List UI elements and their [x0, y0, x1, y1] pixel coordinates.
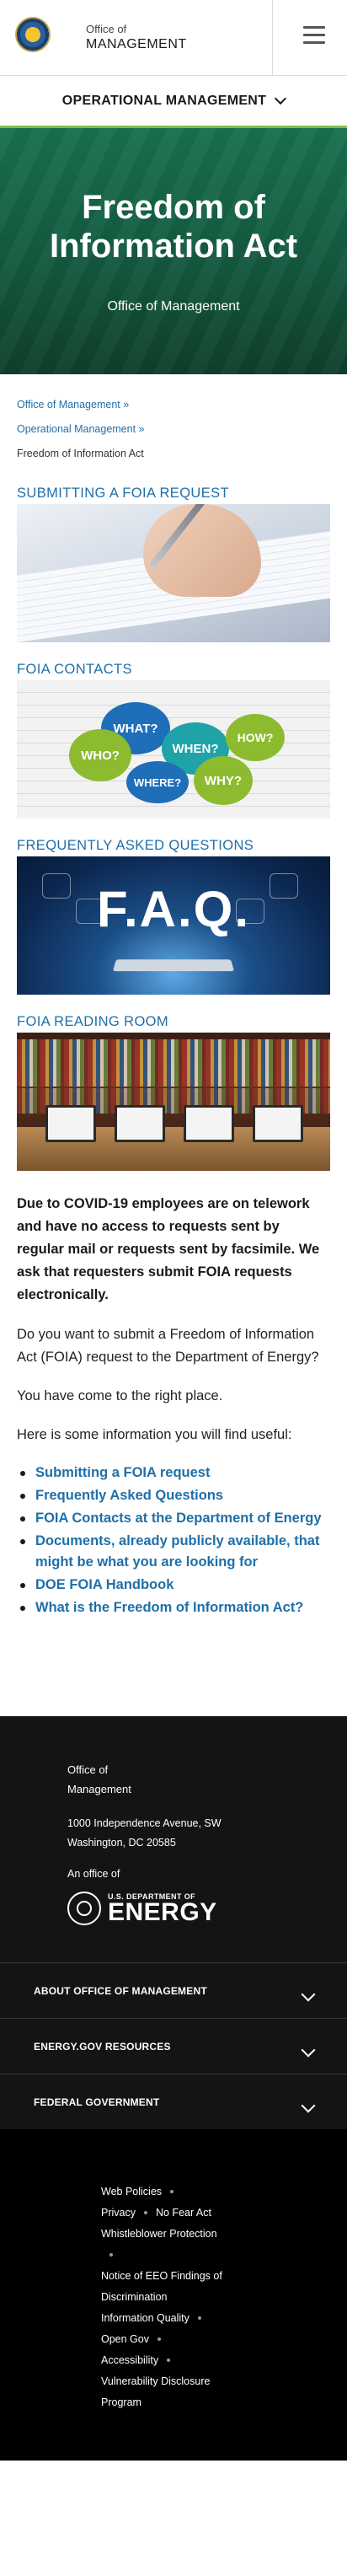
hero-subtitle: Office of Management	[107, 299, 240, 314]
link-submitting-foia[interactable]: Submitting a FOIA request	[20, 1462, 330, 1484]
accordion-about-office[interactable]: ABOUT OFFICE OF MANAGEMENT	[0, 1962, 347, 2018]
link-no-fear-act[interactable]: No Fear Act	[156, 2207, 211, 2219]
breadcrumb-separator: »	[138, 423, 145, 435]
chevron-down-icon	[275, 92, 287, 105]
link-information-quality[interactable]: Information Quality	[101, 2312, 190, 2324]
hamburger-menu-icon[interactable]	[303, 26, 325, 46]
link-whistleblower[interactable]: Whistleblower Protection	[101, 2228, 217, 2240]
section-faq: FREQUENTLY ASKED QUESTIONS F.A.Q.	[0, 837, 347, 995]
section-title[interactable]: FOIA CONTACTS	[17, 661, 330, 678]
intro-paragraph: Do you want to submit a Freedom of Infor…	[17, 1327, 319, 1365]
menu-bar	[303, 34, 325, 36]
breadcrumb-current: Freedom of Information Act	[17, 448, 144, 459]
footer-office-info: Office of Management 1000 Independence A…	[0, 1716, 347, 1962]
header-divider	[272, 0, 273, 76]
footer-office-line2: Management	[67, 1783, 131, 1795]
accordion-label: FEDERAL GOVERNMENT	[34, 2096, 160, 2108]
bubble-why: WHY?	[194, 756, 253, 805]
link-eeo-findings[interactable]: Notice of EEO Findings of Discrimination	[101, 2270, 222, 2303]
link-public-documents[interactable]: Documents, already publicly available, t…	[20, 1531, 330, 1573]
doe-wordmark: U.S. DEPARTMENT OF ENERGY	[108, 1892, 217, 1926]
bookshelf-shape	[17, 1039, 330, 1087]
accordion-federal-government[interactable]: FEDERAL GOVERNMENT	[0, 2074, 347, 2129]
separator-dot	[157, 2337, 161, 2341]
doe-wordmark-big: ENERGY	[108, 1898, 217, 1926]
link-vulnerability-disclosure[interactable]: Vulnerability Disclosure Program	[101, 2375, 210, 2408]
separator-dot	[197, 2316, 201, 2320]
breadcrumb-separator: »	[123, 399, 130, 411]
footer-legal-links: Web Policies Privacy No Fear Act Whistleb…	[0, 2129, 347, 2461]
menu-bar	[303, 26, 325, 29]
covid-notice: Due to COVID-19 employees are on telewor…	[17, 1196, 320, 1302]
site-footer: Office of Management 1000 Independence A…	[0, 1716, 347, 2461]
address-line: Washington, DC 20585	[67, 1837, 176, 1849]
tablet-icon	[112, 959, 235, 972]
accordion-label: ABOUT OFFICE OF MANAGEMENT	[34, 1984, 207, 1997]
an-office-of-label: An office of	[67, 1868, 120, 1880]
main-content: Due to COVID-19 employees are on telewor…	[0, 1171, 347, 1618]
site-header: Office of MANAGEMENT	[0, 0, 347, 76]
intro-paragraph: Here is some information you will find u…	[17, 1427, 292, 1442]
doe-logo[interactable]: U.S. DEPARTMENT OF ENERGY	[67, 1892, 347, 1925]
seal-inner	[77, 1901, 92, 1916]
bubble-where: WHERE?	[126, 761, 189, 803]
intro-paragraph: You have come to the right place.	[17, 1388, 223, 1403]
legal-link-list: Web Policies Privacy No Fear Act Whistleb…	[101, 2182, 244, 2413]
chevron-down-icon	[301, 2098, 316, 2112]
link-privacy[interactable]: Privacy	[101, 2207, 136, 2219]
page-title: Freedom of Information Act	[49, 189, 298, 265]
footer-office-name[interactable]: Office of Management	[67, 1760, 347, 1799]
footer-address: 1000 Independence Avenue, SW Washington,…	[67, 1814, 347, 1853]
link-web-policies[interactable]: Web Policies	[101, 2186, 162, 2198]
breadcrumb: Office of Management » Operational Manag…	[0, 374, 347, 466]
resource-link-list: Submitting a FOIA request Frequently Ask…	[17, 1462, 330, 1618]
accordion-label: ENERGY.GOV RESOURCES	[34, 2040, 171, 2053]
section-title[interactable]: SUBMITTING A FOIA REQUEST	[17, 485, 330, 502]
footer-office-line1: Office of	[67, 1763, 109, 1776]
site-name-line2[interactable]: MANAGEMENT	[86, 37, 187, 52]
faq-image-text: F.A.Q.	[96, 881, 250, 937]
link-foia-handbook[interactable]: DOE FOIA Handbook	[20, 1575, 330, 1596]
subnav-label: OPERATIONAL MANAGEMENT	[61, 93, 267, 108]
monitor-icon	[45, 1105, 96, 1142]
doe-seal-icon[interactable]	[15, 17, 51, 52]
chevron-down-icon	[301, 1987, 316, 2001]
link-open-gov[interactable]: Open Gov	[101, 2333, 149, 2345]
reading-room-image[interactable]	[17, 1033, 330, 1171]
monitor-icon	[253, 1105, 303, 1142]
bubble-who: WHO?	[69, 729, 131, 781]
link-foia-contacts[interactable]: FOIA Contacts at the Department of Energ…	[20, 1508, 330, 1529]
section-foia-contacts: FOIA CONTACTS WHAT? WHO? WHEN? HOW? WHER…	[0, 661, 347, 818]
breadcrumb-link-office[interactable]: Office of Management	[17, 399, 120, 411]
section-title[interactable]: FREQUENTLY ASKED QUESTIONS	[17, 837, 330, 854]
faq-image[interactable]: F.A.Q.	[17, 856, 330, 995]
bubble-how: HOW?	[226, 714, 285, 761]
doe-seal-icon	[67, 1892, 101, 1925]
link-faq[interactable]: Frequently Asked Questions	[20, 1485, 330, 1506]
link-accessibility[interactable]: Accessibility	[101, 2354, 158, 2366]
accordion-energy-resources[interactable]: ENERGY.GOV RESOURCES	[0, 2018, 347, 2074]
chevron-down-icon	[301, 2042, 316, 2057]
separator-dot	[167, 2359, 171, 2362]
menu-bar	[303, 41, 325, 44]
hero-banner: Freedom of Information Act Office of Man…	[0, 128, 347, 374]
section-title[interactable]: FOIA READING ROOM	[17, 1013, 330, 1030]
foia-contacts-image[interactable]: WHAT? WHO? WHEN? HOW? WHERE? WHY?	[17, 680, 330, 818]
section-submitting-foia: SUBMITTING A FOIA REQUEST	[0, 485, 347, 642]
monitor-icon	[184, 1105, 234, 1142]
separator-dot	[109, 2253, 113, 2257]
link-what-is-foia[interactable]: What is the Freedom of Information Act?	[20, 1597, 330, 1618]
address-line: 1000 Independence Avenue, SW	[67, 1817, 222, 1829]
monitor-icon	[115, 1105, 165, 1142]
foia-request-image[interactable]	[17, 504, 330, 642]
site-name-line1[interactable]: Office of	[86, 23, 126, 35]
breadcrumb-link-operational[interactable]: Operational Management	[17, 423, 136, 435]
section-reading-room: FOIA READING ROOM	[0, 1013, 347, 1171]
separator-dot	[143, 2211, 147, 2214]
separator-dot	[170, 2190, 174, 2193]
operational-management-dropdown[interactable]: OPERATIONAL MANAGEMENT	[0, 76, 347, 128]
